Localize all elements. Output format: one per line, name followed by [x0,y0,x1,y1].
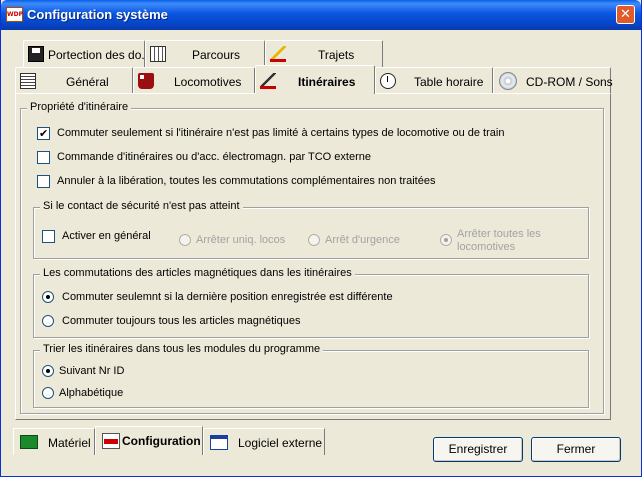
tab-logiciel-externe-label: Logiciel externe [238,436,323,450]
pencil-track-icon [270,46,286,62]
radio-suivant-nr-id-button[interactable] [42,365,54,377]
radio-suivant-nr-id-label: Suivant Nr ID [59,365,125,377]
tab-trajets-label: Trajets [318,48,355,62]
window-title: Configuration système [27,7,168,22]
group-propriete-itineraire: Propriété d'itinéraire ✔ Commuter seulem… [20,101,604,414]
option-limit-loco-types-label: Commuter seulement si l'itinéraire n'est… [57,127,505,139]
tab-logiciel-externe[interactable]: Logiciel externe [203,428,325,455]
option-activer-general-label: Activer en général [62,230,151,242]
locomotive-icon [138,73,154,89]
tab-materiel[interactable]: Matériel [13,428,95,455]
tab-table-horaire-label: Table horaire [414,75,484,89]
tab-table-horaire[interactable]: Table horaire [375,67,493,94]
tab-general[interactable]: Général [15,67,133,94]
group-trier-itineraires: Trier les itinéraires dans tous les modu… [33,343,589,408]
checkbox-tco-externe[interactable] [37,151,50,164]
tab-itineraires-label: Itinéraires [298,75,356,89]
tab-locomotives-label: Locomotives [174,75,242,89]
checkbox-limit-loco-types[interactable]: ✔ [37,127,50,140]
radio-commuter-toujours-label: Commuter toujours tous les articles magn… [62,315,301,327]
clock-icon [380,73,396,89]
tab-configuration-label: Configuration [122,434,201,448]
radio-commuter-si-differente-button[interactable] [42,291,54,303]
group-articles-magnetiques: Les commutations des articles magnétique… [33,267,589,338]
checkbox-activer-general[interactable] [42,230,55,243]
group-propriete-itineraire-title: Propriété d'itinéraire [27,101,132,113]
radio-commuter-si-differente-label: Commuter seulemnt si la dernière positio… [62,291,393,303]
itinerary-icon [260,73,276,89]
list-icon [20,73,36,89]
radio-arreter-toutes-label-2: locomotives [457,241,516,253]
tab-cdrom-sons-label: CD-ROM / Sons [526,75,613,89]
group-trier-itineraires-title: Trier les itinéraires dans tous les modu… [40,343,324,355]
radio-arreter-toutes-button[interactable] [440,234,452,246]
radio-arreter-toutes-label-1: Arrêter toutes les [457,228,541,240]
checkmark-icon: ✔ [39,127,49,140]
app-icon: WDP [6,7,23,22]
circuit-board-icon [20,435,38,449]
radio-arret-urgence-button[interactable] [308,234,320,246]
window-app-icon [210,435,228,450]
title-bar[interactable]: WDP Configuration système ✕ [1,0,641,30]
tab-materiel-label: Matériel [48,436,91,450]
radio-commuter-toujours-button[interactable] [42,315,54,327]
tab-general-label: Général [66,75,109,89]
configuration-window: WDP Configuration système ✕ Portection d… [0,0,642,477]
group-contact-securite: Si le contact de sécurité n'est pas atte… [33,200,589,259]
tab-cdrom-sons[interactable]: CD-ROM / Sons [493,67,613,94]
close-button[interactable]: Fermer [531,437,621,462]
itineraires-panel: Propriété d'itinéraire ✔ Commuter seulem… [15,93,611,420]
option-annuler-liberation-label: Annuler à la libération, toutes les comm… [57,175,436,187]
radio-arreter-locos-label: Arrêter uniq. locos [196,234,286,246]
radio-arreter-locos-button[interactable] [179,234,191,246]
checkbox-annuler-liberation[interactable] [37,175,50,188]
save-button[interactable]: Enregistrer [433,437,523,462]
group-articles-magnetiques-title: Les commutations des articles magnétique… [40,267,355,279]
route-grid-icon [150,46,166,62]
radio-alphabetique-label: Alphabétique [59,387,124,399]
document-save-icon [28,46,44,62]
tab-configuration[interactable]: Configuration [95,426,203,455]
group-contact-securite-title: Si le contact de sécurité n'est pas atte… [40,200,243,212]
tab-trajets[interactable]: Trajets [265,40,383,67]
radio-arret-urgence-label: Arrêt d'urgence [325,234,400,246]
tab-itineraires[interactable]: Itinéraires [255,65,375,94]
tab-protection-label: Portection des do... [48,48,152,62]
wdp-config-icon [102,433,120,449]
close-window-button[interactable]: ✕ [616,5,635,24]
option-tco-externe-label: Commande d'itinéraires ou d'acc. électro… [57,151,371,163]
tab-parcours[interactable]: Parcours [145,40,265,67]
tab-parcours-label: Parcours [192,48,241,62]
cd-icon [499,72,517,90]
tab-locomotives[interactable]: Locomotives [133,67,255,94]
radio-alphabetique-button[interactable] [42,387,54,399]
tab-protection[interactable]: Portection des do... [23,40,151,67]
